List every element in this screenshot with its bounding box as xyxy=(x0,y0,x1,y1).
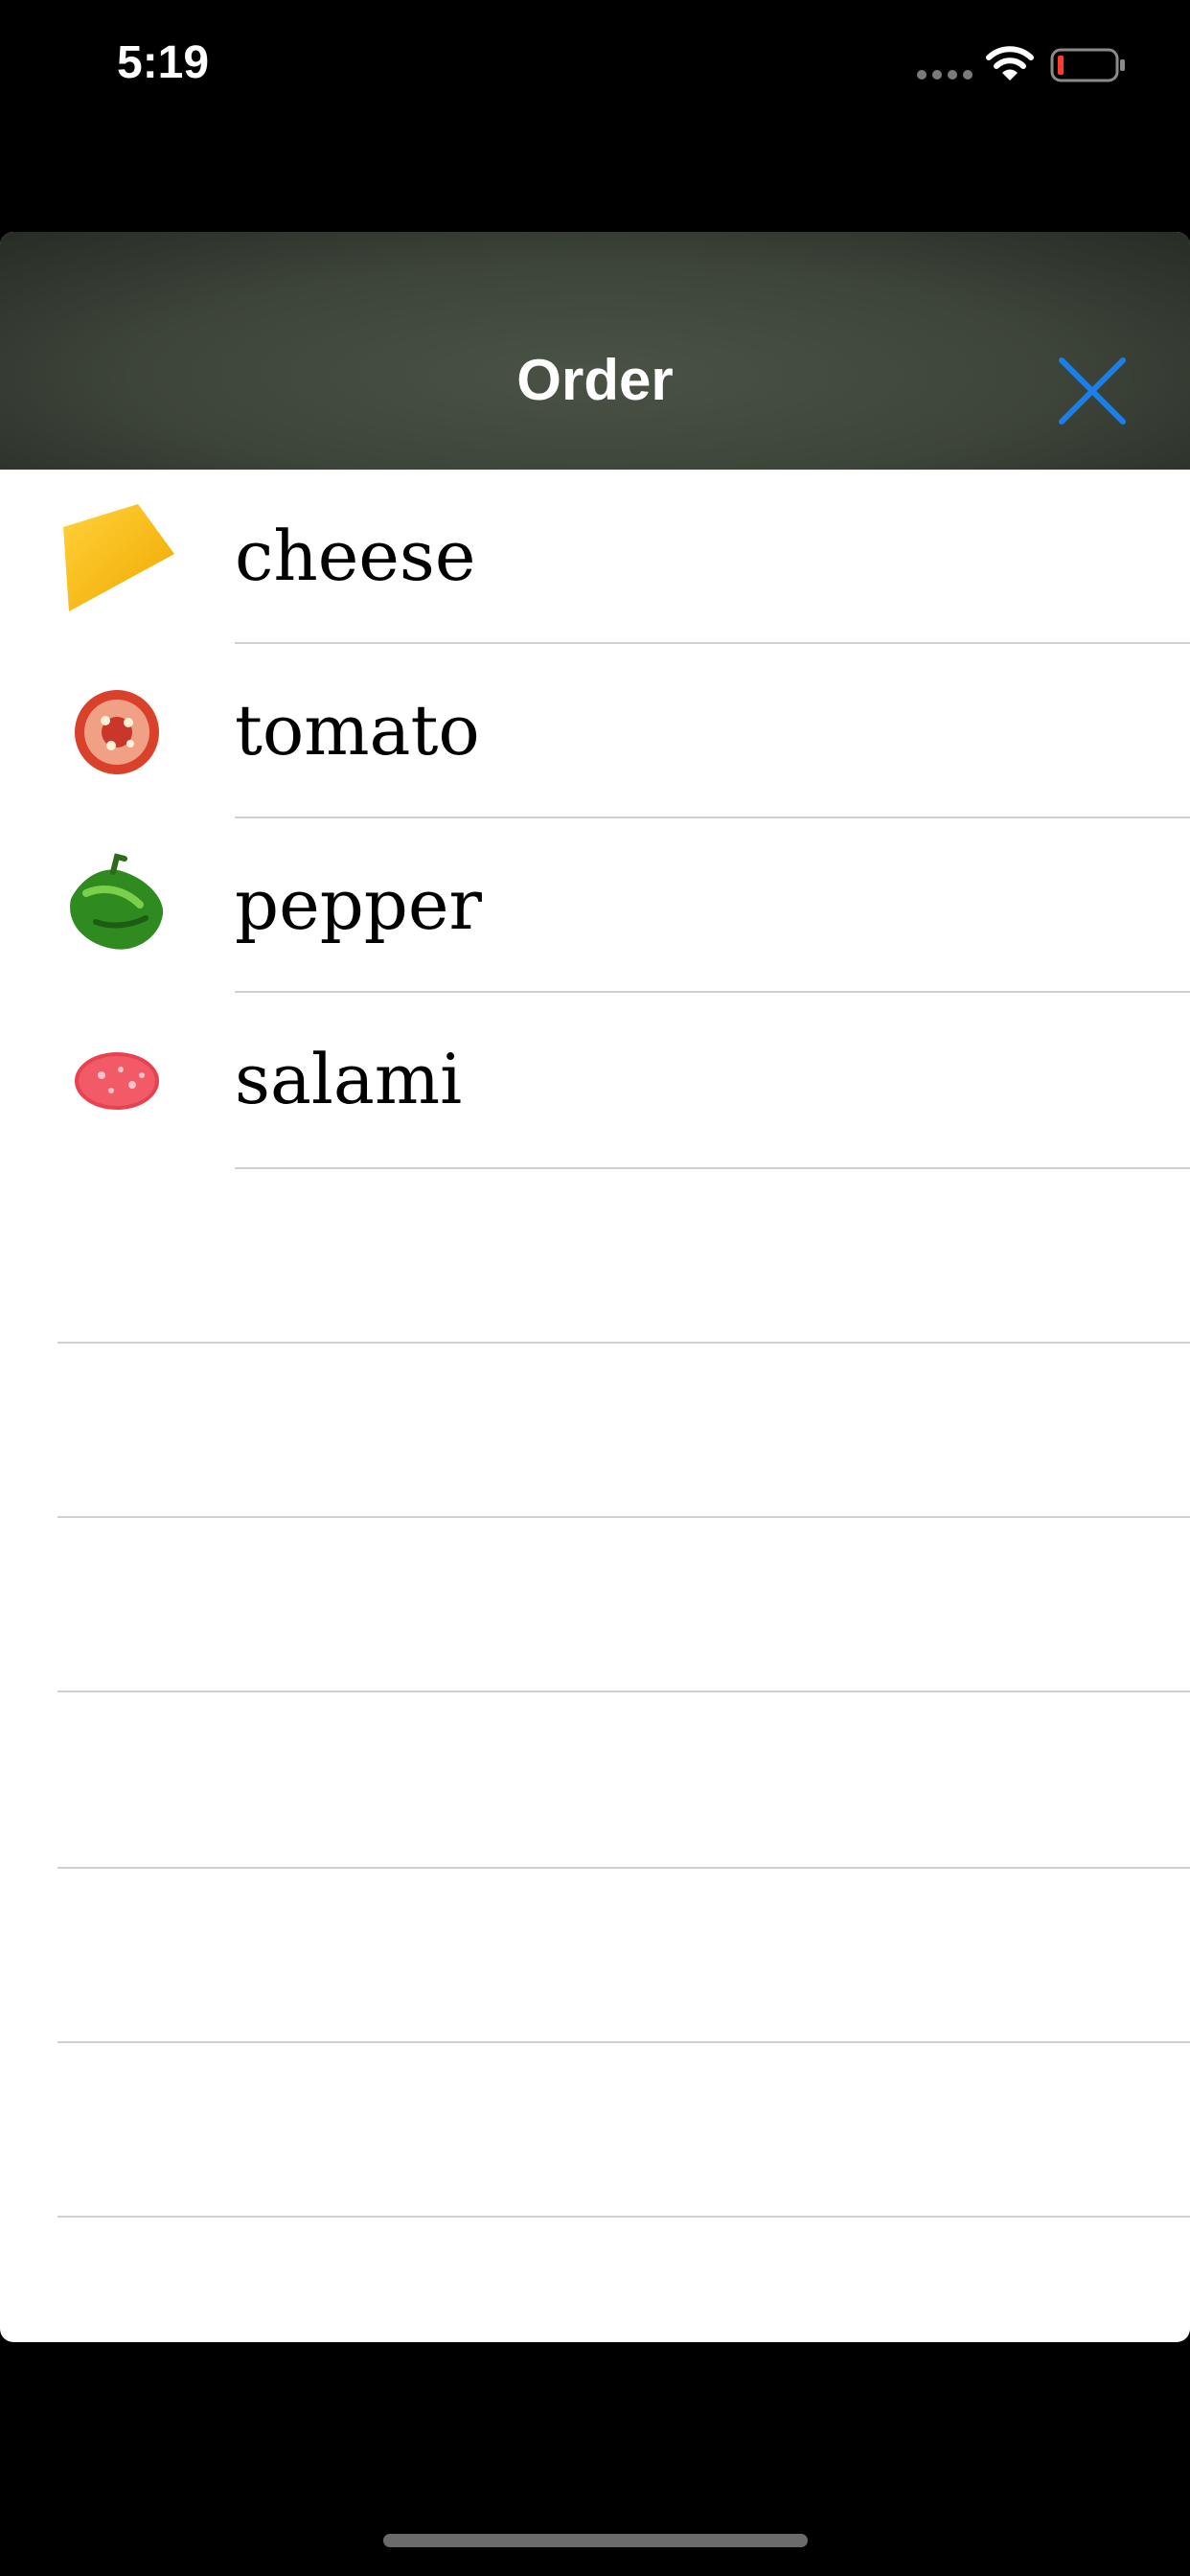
cellular-signal-icon xyxy=(917,70,973,80)
status-time: 5:19 xyxy=(117,37,210,88)
close-icon[interactable] xyxy=(1054,353,1131,429)
wifi-icon xyxy=(986,46,1034,80)
home-indicator xyxy=(383,2534,808,2547)
row-separator xyxy=(235,991,1190,993)
list-item-label: salami xyxy=(235,1039,463,1119)
row-separator xyxy=(235,642,1190,644)
list-item-tomato[interactable]: tomato xyxy=(0,644,1190,818)
row-separator xyxy=(57,2216,1190,2218)
status-bar: 5:19 xyxy=(0,0,1190,134)
navigation-bar: Order xyxy=(0,232,1190,470)
list-item-salami[interactable]: salami xyxy=(0,993,1190,1167)
row-separator xyxy=(57,1342,1190,1344)
row-separator xyxy=(57,1516,1190,1518)
list-item-label: pepper xyxy=(235,864,482,945)
page-title: Order xyxy=(516,348,674,412)
list-item-label: tomato xyxy=(235,690,480,770)
row-separator xyxy=(235,1167,1190,1169)
pepper-icon xyxy=(70,853,164,950)
row-separator xyxy=(235,816,1190,818)
list-item-cheese[interactable]: cheese xyxy=(0,470,1190,644)
row-separator xyxy=(57,1690,1190,1692)
order-sheet: Order cheese tomato pepper salami xyxy=(0,232,1190,2342)
tomato-icon xyxy=(75,690,159,774)
cheese-icon xyxy=(63,504,174,611)
salami-icon xyxy=(75,1052,159,1110)
row-separator xyxy=(57,1867,1190,1869)
list-item-pepper[interactable]: pepper xyxy=(0,818,1190,993)
list-item-label: cheese xyxy=(235,516,476,596)
row-separator xyxy=(57,2041,1190,2043)
battery-icon xyxy=(1050,48,1125,82)
